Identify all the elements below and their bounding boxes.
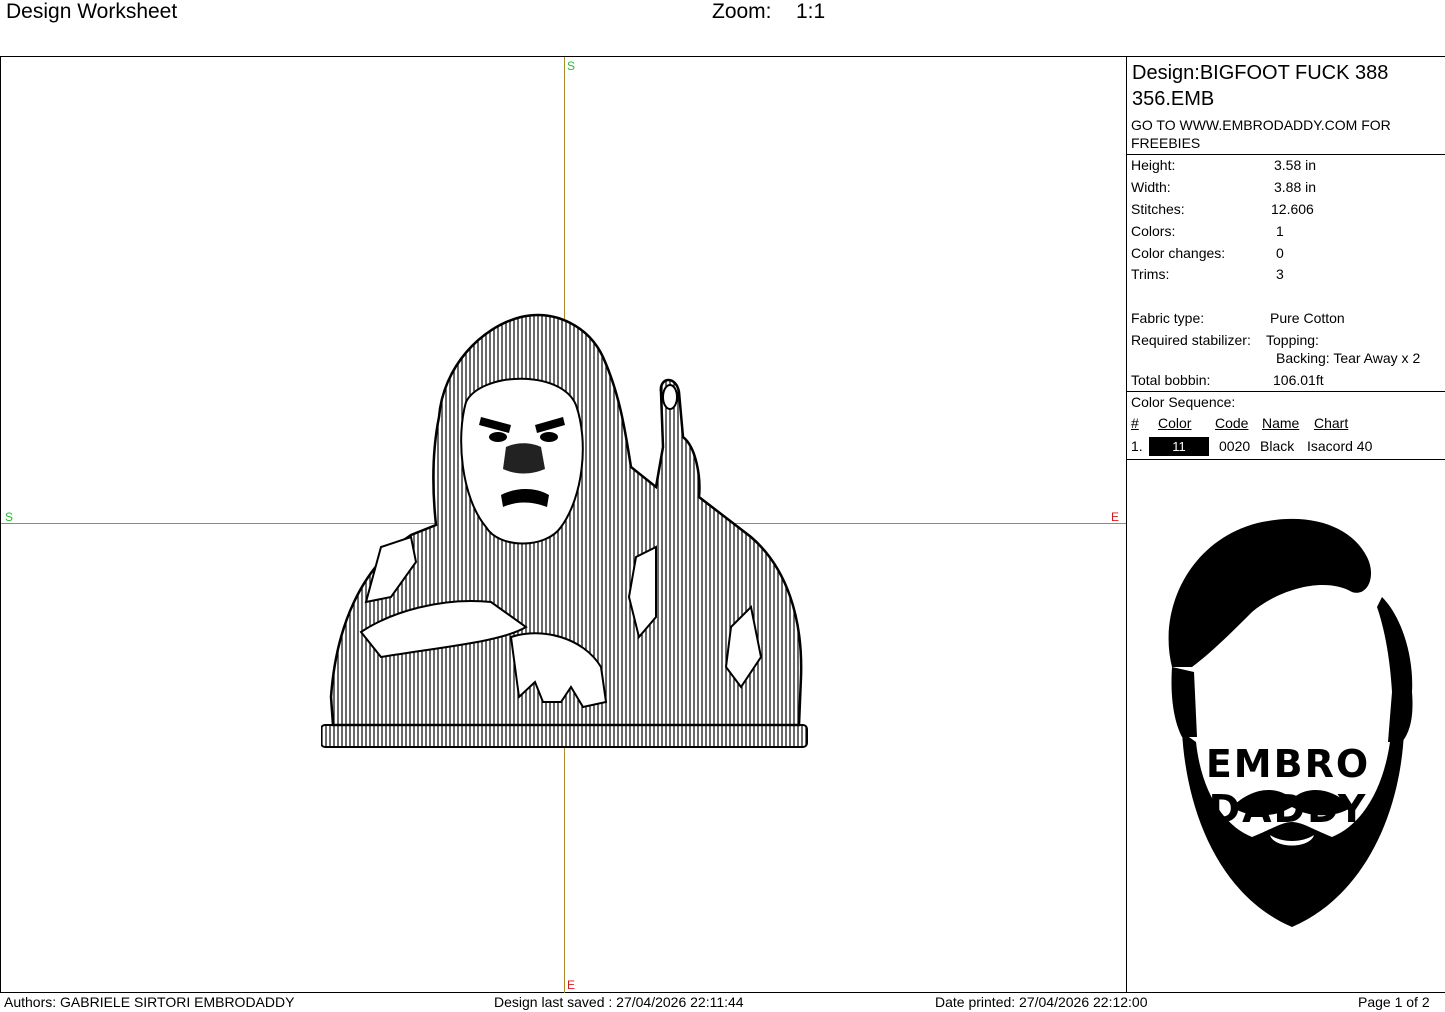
footer-page-number: Page 1 of 2 <box>1358 994 1430 1010</box>
spec-value: 3.88 in <box>1274 179 1317 195</box>
footer-last-saved: Design last saved : 27/04/2026 22:11:44 <box>494 994 744 1010</box>
spec-value: 3 <box>1276 266 1284 282</box>
spec-value: 3.58 in <box>1274 157 1317 173</box>
logo-text-daddy: DADDY <box>1208 787 1368 831</box>
design-name: Design:BIGFOOT FUCK 388 356.EMB <box>1132 62 1389 110</box>
seq-header-chart: Chart <box>1314 415 1349 431</box>
start-mark-left: S <box>5 510 14 524</box>
seq-header-num: # <box>1131 415 1139 431</box>
spec-row-height: Height: 3.58 in <box>1131 156 1316 174</box>
spec-label: Stitches: <box>1131 201 1185 217</box>
spec-label: Height: <box>1131 157 1176 173</box>
footer-date-printed: Date printed: 27/04/2026 22:12:00 <box>935 994 1148 1010</box>
color-swatch: 11 <box>1149 437 1209 456</box>
worksheet-footer: Authors: GABRIELE SIRTORI EMBRODADDY Des… <box>0 993 1445 1012</box>
spec-row-colors: Colors: 1 <box>1131 222 1284 240</box>
spec-value: 12.606 <box>1271 201 1314 217</box>
spec-label: Trims: <box>1131 266 1170 282</box>
zoom-value: 1:1 <box>796 0 826 23</box>
stabilizer-backing: Backing: Tear Away x 2 <box>1276 350 1421 366</box>
spec-row-width: Width: 3.88 in <box>1131 178 1316 196</box>
bobbin-value: 106.01ft <box>1273 372 1324 388</box>
seq-row-code: 0020 <box>1219 438 1251 454</box>
page-title: Design Worksheet <box>6 0 178 23</box>
divider <box>1127 154 1445 155</box>
fabric-type-value: Pure Cotton <box>1270 310 1345 326</box>
worksheet-frame: S E S E Design:BIGFOOT FUCK 388 356.EMB … <box>0 56 1445 993</box>
footer-authors: Authors: GABRIELE SIRTORI EMBRODADDY <box>4 994 295 1010</box>
spec-label: Color changes: <box>1131 245 1226 261</box>
spec-row-color-changes: Color changes: 0 <box>1131 244 1284 262</box>
bigfoot-design-preview <box>321 313 808 748</box>
color-sequence-label: Color Sequence: <box>1131 394 1236 410</box>
bearded-head-icon <box>1168 518 1413 927</box>
worksheet-header: Design Worksheet Zoom: 1:1 <box>0 0 1445 56</box>
embrodaddy-logo: EMBRO DADDY <box>1152 517 1424 931</box>
zoom-label: Zoom: <box>712 0 772 23</box>
end-mark-bottom: E <box>567 978 576 992</box>
divider <box>1127 391 1445 392</box>
seq-header-code: Code <box>1215 415 1249 431</box>
fabric-type-label: Fabric type: <box>1131 310 1205 326</box>
design-canvas: S E S E <box>1 57 1127 993</box>
bobbin-label: Total bobbin: <box>1131 372 1211 388</box>
seq-header-color: Color <box>1158 415 1192 431</box>
spec-value: 0 <box>1276 245 1284 261</box>
start-mark-top: S <box>567 59 576 73</box>
stabilizer-row: Required stabilizer: Topping: <box>1131 331 1319 349</box>
seq-row-chart: Isacord 40 <box>1307 438 1373 454</box>
spec-label: Colors: <box>1131 223 1176 239</box>
stabilizer-label: Required stabilizer: <box>1131 332 1251 348</box>
divider <box>1127 459 1445 460</box>
end-mark-right: E <box>1111 510 1120 524</box>
seq-row-num: 1. <box>1131 438 1143 454</box>
spec-row-stitches: Stitches: 12.606 <box>1131 200 1314 218</box>
spec-row-trims: Trims: 3 <box>1131 265 1284 283</box>
seq-row-name: Black <box>1260 438 1295 454</box>
seq-header-name: Name <box>1262 415 1300 431</box>
spec-label: Width: <box>1131 179 1171 195</box>
stabilizer-topping: Topping: <box>1266 332 1319 348</box>
info-panel: Design:BIGFOOT FUCK 388 356.EMB GO TO WW… <box>1127 57 1445 993</box>
fabric-type-row: Fabric type: Pure Cotton <box>1131 309 1345 327</box>
spec-value: 1 <box>1276 223 1284 239</box>
bobbin-row: Total bobbin: 106.01ft <box>1131 371 1324 389</box>
logo-text-embro: EMBRO <box>1205 742 1371 786</box>
promo-note: GO TO WWW.EMBRODADDY.COM FOR FREEBIES <box>1131 117 1391 151</box>
